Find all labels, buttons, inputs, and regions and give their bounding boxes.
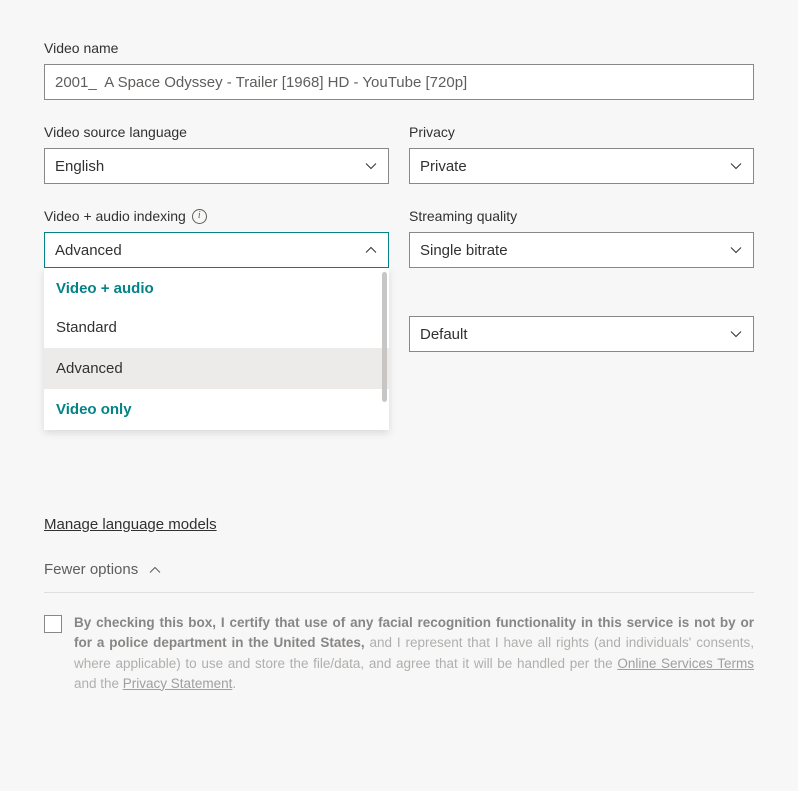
indexing-label-row: Video + audio indexing i: [44, 208, 389, 224]
privacy-label: Privacy: [409, 124, 754, 140]
chevron-up-icon: [364, 243, 378, 257]
video-name-group: Video name: [44, 40, 754, 100]
streaming-col: Streaming quality Single bitrate Default: [409, 208, 754, 478]
consent-checkbox[interactable]: [44, 615, 62, 633]
indexing-group: Video + audio indexing i Advanced Video …: [44, 208, 389, 478]
fewer-options-label: Fewer options: [44, 561, 138, 578]
consent-row: By checking this box, I certify that use…: [44, 613, 754, 694]
privacy-select[interactable]: Private: [409, 148, 754, 184]
info-icon[interactable]: i: [192, 209, 207, 224]
source-language-label: Video source language: [44, 124, 389, 140]
indexing-label: Video + audio indexing: [44, 208, 186, 224]
indexing-dropdown-wrapper: Advanced Video + audio Standard Advanced…: [44, 232, 389, 268]
options-divider: [44, 592, 754, 593]
indexing-option-standard[interactable]: Standard: [44, 307, 389, 348]
chevron-down-icon: [729, 159, 743, 173]
indexing-select[interactable]: Advanced: [44, 232, 389, 268]
row-indexing-streaming: Video + audio indexing i Advanced Video …: [44, 208, 754, 478]
consent-end: .: [232, 676, 236, 691]
source-language-group: Video source language English: [44, 124, 389, 184]
dropdown-scrollbar[interactable]: [382, 272, 387, 402]
row-lang-privacy: Video source language English Privacy Pr…: [44, 124, 754, 184]
source-language-select[interactable]: English: [44, 148, 389, 184]
indexing-dropdown-panel: Video + audio Standard Advanced Video on…: [44, 268, 389, 430]
consent-mid: and the: [74, 676, 123, 691]
manage-language-models-link[interactable]: Manage language models: [44, 516, 217, 533]
gap-spacer: [409, 268, 754, 316]
streaming-quality-value: Single bitrate: [420, 242, 508, 259]
chevron-down-icon: [729, 327, 743, 341]
secondary-default-value: Default: [420, 326, 468, 343]
video-name-label: Video name: [44, 40, 754, 56]
indexing-value: Advanced: [55, 242, 122, 259]
video-name-input[interactable]: [44, 64, 754, 100]
chevron-down-icon: [364, 159, 378, 173]
streaming-quality-group: Streaming quality Single bitrate: [409, 208, 754, 268]
indexing-group-video-only: Video only: [44, 389, 389, 428]
streaming-quality-label: Streaming quality: [409, 208, 754, 224]
source-language-value: English: [55, 158, 104, 175]
online-services-terms-link[interactable]: Online Services Terms: [617, 656, 754, 671]
streaming-quality-select[interactable]: Single bitrate: [409, 232, 754, 268]
privacy-value: Private: [420, 158, 467, 175]
consent-text: By checking this box, I certify that use…: [74, 613, 754, 694]
privacy-statement-link[interactable]: Privacy Statement: [123, 676, 233, 691]
privacy-group: Privacy Private: [409, 124, 754, 184]
indexing-option-advanced[interactable]: Advanced: [44, 348, 389, 389]
chevron-up-icon: [148, 563, 162, 577]
secondary-default-select[interactable]: Default: [409, 316, 754, 352]
secondary-default-group: Default: [409, 316, 754, 352]
chevron-down-icon: [729, 243, 743, 257]
indexing-group-video-audio: Video + audio: [44, 268, 389, 307]
scrollbar-thumb[interactable]: [382, 272, 387, 402]
fewer-options-toggle[interactable]: Fewer options: [44, 561, 754, 592]
